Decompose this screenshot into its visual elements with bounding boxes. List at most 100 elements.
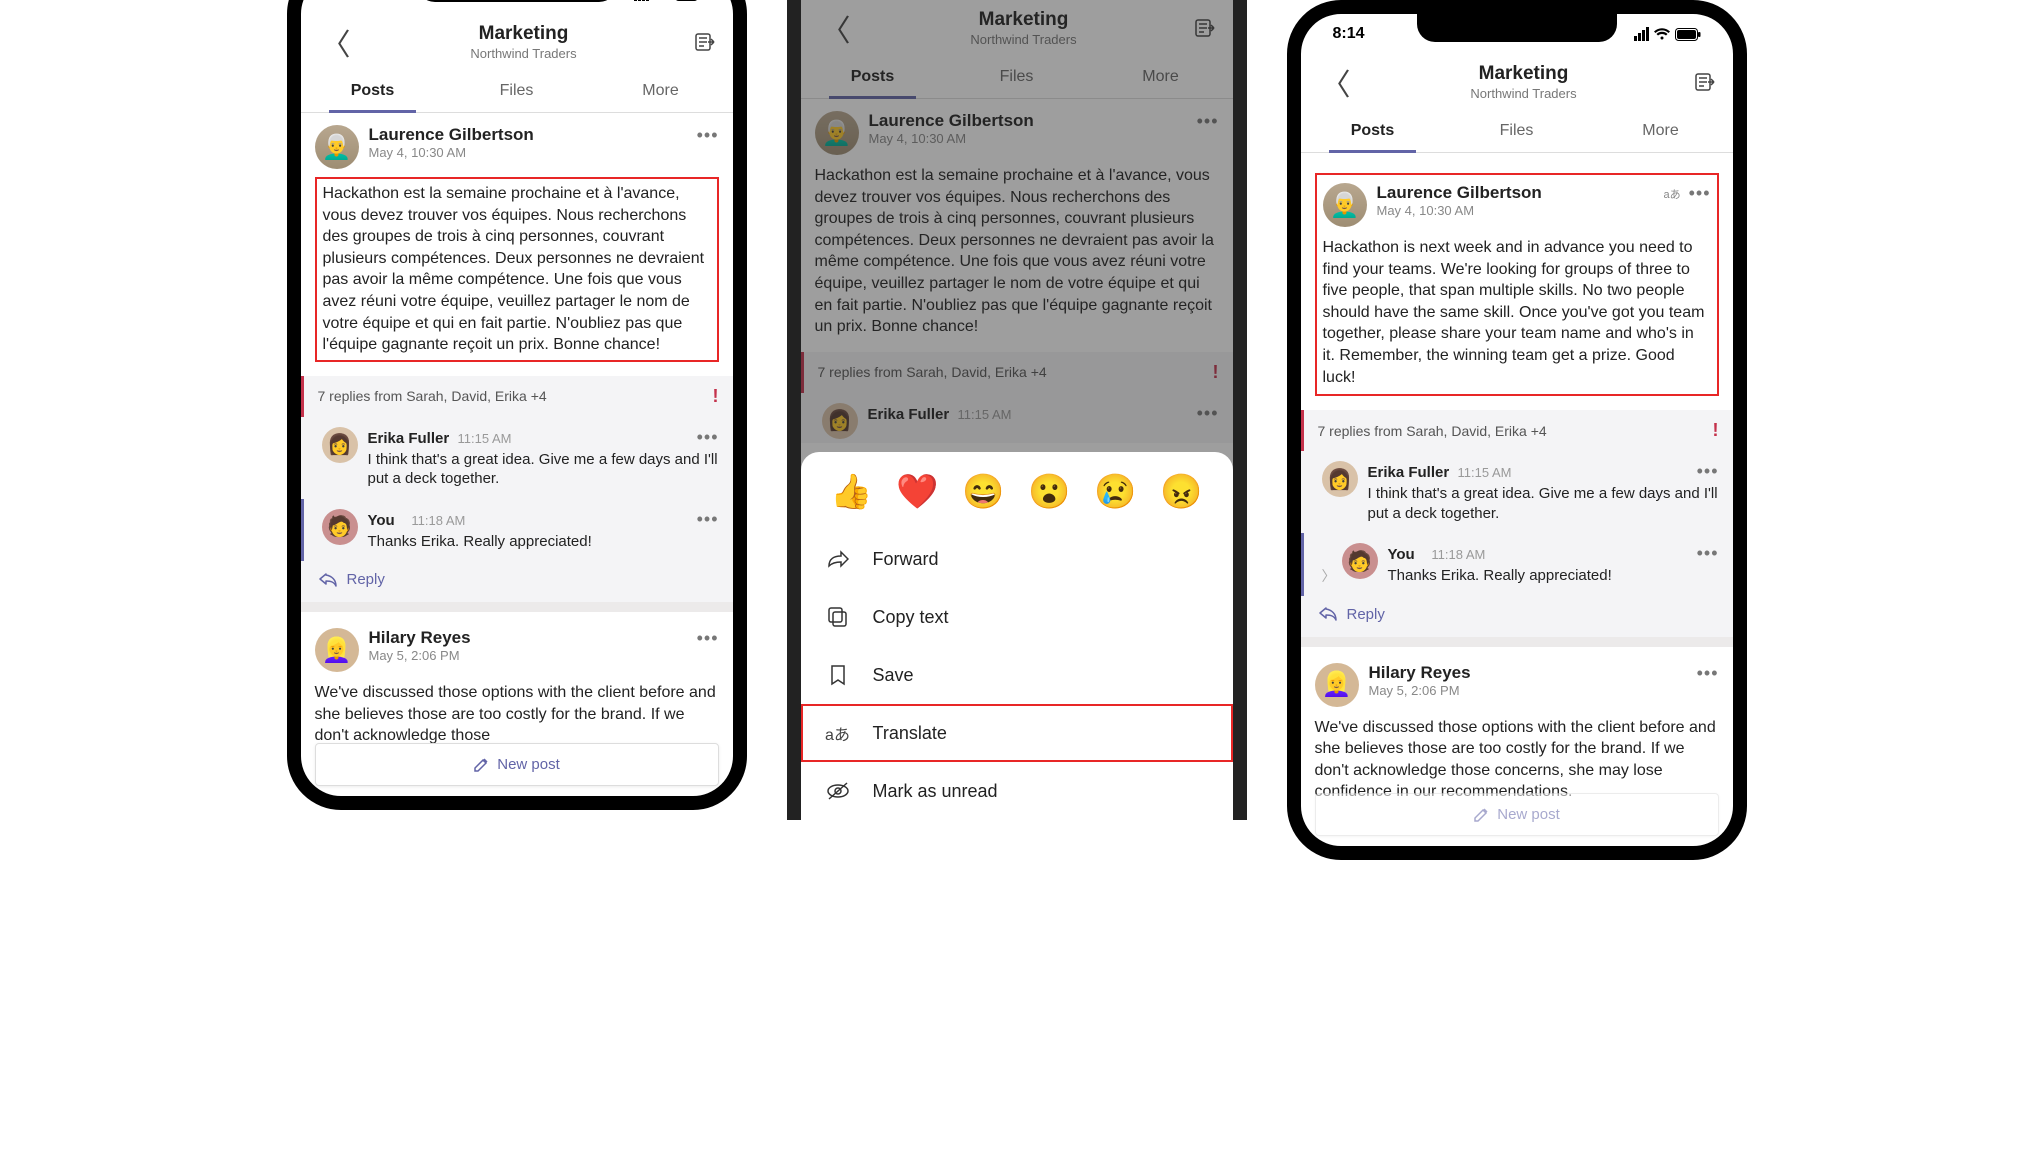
new-post-label: New post	[497, 756, 560, 773]
unread-icon	[825, 778, 851, 804]
reply-erika[interactable]: 👩 Erika Fuller 11:15 AM ••• I think that…	[301, 417, 733, 499]
post-time: May 4, 10:30 AM	[869, 131, 1187, 146]
avatar[interactable]: 👨‍🦳	[1323, 183, 1367, 227]
replies-summary[interactable]: 7 replies from Sarah, David, Erika +4 !	[301, 376, 733, 417]
header-title-block[interactable]: Marketing Northwind Traders	[357, 23, 691, 61]
sheet-copy-text[interactable]: Copy text	[801, 588, 1233, 646]
post-body[interactable]: Hackathon est la semaine prochaine et à …	[323, 183, 711, 356]
reply-you[interactable]: 〉 🧑 You 11:18 AM ••• Thanks Erika. Reall…	[1301, 533, 1733, 596]
reply-button[interactable]: Reply	[301, 561, 733, 602]
new-post-label: New post	[1497, 806, 1560, 823]
tab-more[interactable]: More	[1089, 58, 1233, 98]
forward-icon	[825, 546, 851, 572]
reactions-row: 👍 ❤️ 😄 😮 😢 😠	[801, 466, 1233, 530]
importance-icon: !	[713, 386, 719, 407]
post-body[interactable]: Hackathon is next week and in advance yo…	[1323, 237, 1711, 388]
replies-summary[interactable]: 7 replies from Sarah, David, Erika +4 !	[801, 352, 1233, 393]
compose-icon	[473, 757, 489, 773]
new-post-button[interactable]: New post	[315, 743, 719, 786]
channel-options-button[interactable]	[1691, 68, 1719, 96]
post-time: May 4, 10:30 AM	[369, 145, 687, 160]
channel-options-button[interactable]	[1191, 14, 1219, 42]
signal-icon	[634, 0, 649, 1]
new-post-button[interactable]: New post	[1315, 793, 1719, 836]
reply-more-button[interactable]: •••	[697, 509, 719, 530]
signal-icon	[1634, 27, 1649, 41]
reply-text: I think that's a great idea. Give me a f…	[1368, 484, 1719, 523]
highlight-annotation: Hackathon est la semaine prochaine et à …	[315, 177, 719, 362]
avatar[interactable]: 👨‍🦳	[815, 111, 859, 155]
reply-button[interactable]: Reply	[1301, 596, 1733, 637]
tabs: Posts Files More	[301, 72, 733, 113]
status-bar: 8:14	[301, 0, 733, 14]
post-author[interactable]: Hilary Reyes	[369, 628, 687, 648]
reaction-like[interactable]: 👍	[830, 472, 872, 512]
tab-files[interactable]: Files	[445, 72, 589, 112]
reaction-heart[interactable]: ❤️	[896, 472, 938, 512]
channel-header: 〈 Marketing Northwind Traders	[1301, 54, 1733, 112]
chevron-right-icon: 〉	[1322, 566, 1336, 586]
post-time: May 4, 10:30 AM	[1377, 203, 1654, 218]
reply-you[interactable]: 🧑 You 11:18 AM ••• Thanks Erika. Really …	[301, 499, 733, 562]
reply-erika[interactable]: 👩 Erika Fuller 11:15 AM ••• I think that…	[1301, 451, 1733, 533]
avatar: 🧑	[1342, 543, 1378, 579]
sheet-translate[interactable]: aあ Translate	[801, 704, 1233, 762]
translated-indicator-icon[interactable]: aあ	[1663, 186, 1680, 202]
reaction-angry[interactable]: 😠	[1160, 472, 1202, 512]
post-body[interactable]: We've discussed those options with the c…	[315, 682, 719, 747]
sheet-forward[interactable]: Forward	[801, 530, 1233, 588]
post-header: 👨‍🦳 Laurence Gilbertson May 4, 10:30 AM …	[315, 125, 719, 169]
channel-options-icon	[1194, 17, 1216, 39]
tab-more[interactable]: More	[589, 72, 733, 112]
post-more-button[interactable]: •••	[1697, 663, 1719, 684]
post-more-button[interactable]: •••	[697, 628, 719, 649]
tab-posts[interactable]: Posts	[1301, 112, 1445, 152]
back-button[interactable]: 〈	[315, 20, 357, 64]
back-button[interactable]: 〈	[815, 6, 857, 50]
reaction-surprised[interactable]: 😮	[1028, 472, 1070, 512]
avatar[interactable]: 👱‍♀️	[315, 628, 359, 672]
reply-time: 11:18 AM	[1431, 547, 1485, 562]
avatar[interactable]: 👱‍♀️	[1315, 663, 1359, 707]
tab-more[interactable]: More	[1589, 112, 1733, 152]
reply-more-button[interactable]: •••	[1697, 461, 1719, 482]
tab-files[interactable]: Files	[1445, 112, 1589, 152]
reply-time: 11:15 AM	[458, 431, 512, 446]
back-button[interactable]: 〈	[1315, 60, 1357, 104]
avatar: 👩	[822, 403, 858, 439]
sheet-save[interactable]: Save	[801, 646, 1233, 704]
avatar[interactable]: 👨‍🦳	[315, 125, 359, 169]
reply-erika[interactable]: 👩 Erika Fuller 11:15 AM •••	[801, 393, 1233, 443]
post-author[interactable]: Laurence Gilbertson	[1377, 183, 1654, 203]
post-author[interactable]: Laurence Gilbertson	[869, 111, 1187, 131]
phone-left: 8:14 〈 Marketing Northwind Traders Posts…	[287, 0, 747, 810]
phone-right: 8:14 〈 Marketing Northwind Traders Posts…	[1287, 0, 1747, 860]
post-more-button[interactable]: •••	[1689, 183, 1711, 204]
post-author[interactable]: Hilary Reyes	[1369, 663, 1687, 683]
replies-summary-text: 7 replies from Sarah, David, Erika +4	[318, 388, 547, 404]
reply-more-button[interactable]: •••	[1197, 403, 1219, 424]
post-body[interactable]: Hackathon est la semaine prochaine et à …	[815, 165, 1219, 338]
reply-more-button[interactable]: •••	[697, 427, 719, 448]
reply-time: 11:15 AM	[958, 407, 1012, 422]
replies-summary-text: 7 replies from Sarah, David, Erika +4	[1318, 423, 1547, 439]
channel-options-button[interactable]	[691, 28, 719, 56]
sheet-label: Translate	[873, 723, 947, 744]
tab-posts[interactable]: Posts	[301, 72, 445, 112]
post-more-button[interactable]: •••	[697, 125, 719, 146]
sheet-mark-unread[interactable]: Mark as unread	[801, 762, 1233, 820]
post-author[interactable]: Laurence Gilbertson	[369, 125, 687, 145]
wifi-icon	[653, 0, 671, 1]
reaction-laugh[interactable]: 😄	[962, 472, 1004, 512]
tab-posts[interactable]: Posts	[801, 58, 945, 98]
replies-summary[interactable]: 7 replies from Sarah, David, Erika +4 !	[1301, 410, 1733, 451]
post-more-button[interactable]: •••	[1197, 111, 1219, 132]
reply-more-button[interactable]: •••	[1697, 543, 1719, 564]
sheet-label: Save	[873, 665, 914, 686]
reaction-sad[interactable]: 😢	[1094, 472, 1136, 512]
tabs: Posts Files More	[801, 58, 1233, 99]
post-body[interactable]: We've discussed those options with the c…	[1315, 717, 1719, 803]
sheet-label: Copy text	[873, 607, 949, 628]
team-subtitle: Northwind Traders	[1357, 86, 1691, 101]
tab-files[interactable]: Files	[945, 58, 1089, 98]
